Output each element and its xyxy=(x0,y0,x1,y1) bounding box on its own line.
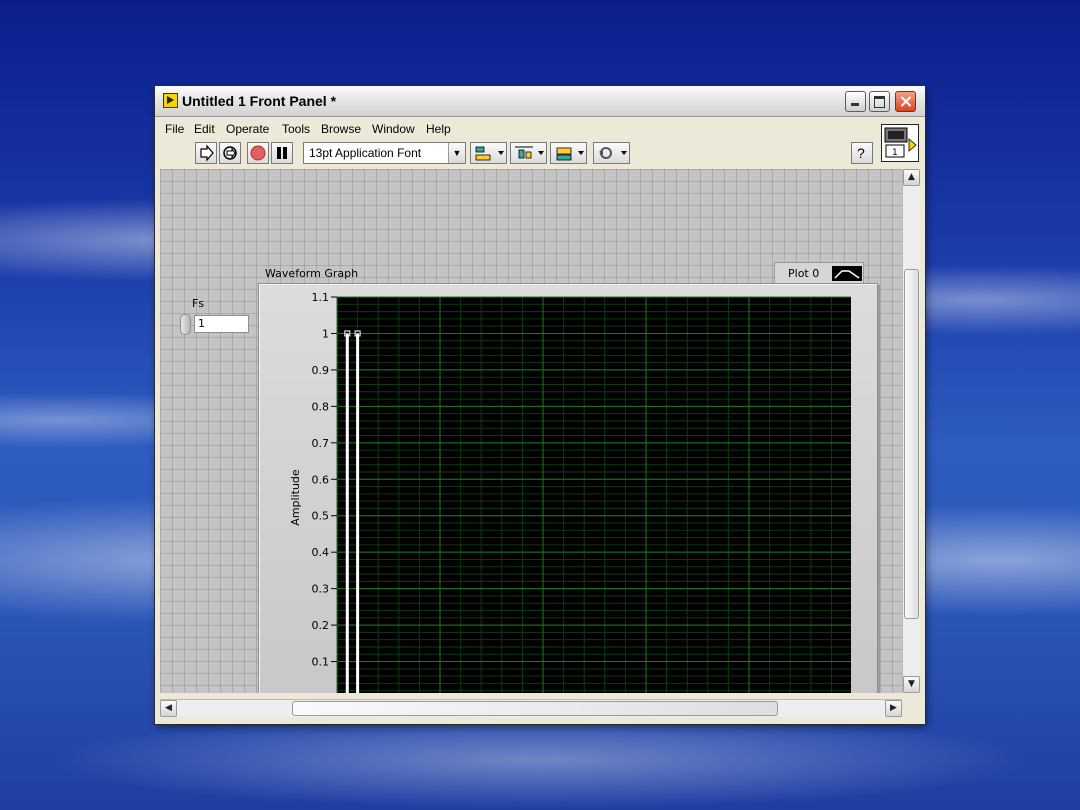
labview-run-icon xyxy=(163,93,178,108)
vi-icon: 1 xyxy=(884,127,917,158)
y-tick-label: 0.6 xyxy=(312,473,330,486)
align-objects-button[interactable] xyxy=(470,142,507,164)
front-panel-window: Untitled 1 Front Panel * File Edit Opera… xyxy=(155,86,925,724)
y-tick-label: 0 xyxy=(322,692,329,693)
y-axis-label: Amplitude xyxy=(289,469,302,526)
y-tick-label: 0.4 xyxy=(312,546,330,559)
distribute-objects-button[interactable] xyxy=(510,142,547,164)
toolbar: 13pt Application Font ▼ ? xyxy=(155,139,875,167)
resize-objects-icon xyxy=(556,147,584,161)
waveform-graph[interactable]: 00.10.20.30.40.50.60.70.80.911.100.10.20… xyxy=(258,283,878,693)
plot-area xyxy=(337,297,851,693)
fs-input[interactable]: 1 xyxy=(194,315,249,333)
scroll-up-arrow-icon[interactable]: ▲ xyxy=(903,169,920,186)
run-continuously-icon xyxy=(223,146,237,160)
chart-svg: 00.10.20.30.40.50.60.70.80.911.100.10.20… xyxy=(289,291,851,693)
plot-line-style-icon xyxy=(832,266,862,281)
menu-help[interactable]: Help xyxy=(426,122,451,136)
abort-button[interactable] xyxy=(247,142,269,164)
menu-edit[interactable]: Edit xyxy=(194,122,215,136)
menu-operate[interactable]: Operate xyxy=(226,122,269,136)
y-tick-label: 0.3 xyxy=(312,583,330,596)
reorder-icon xyxy=(599,147,627,159)
plot-legend[interactable]: Plot 0 xyxy=(774,262,864,284)
y-tick-label: 0.7 xyxy=(312,437,330,450)
scroll-left-arrow-icon[interactable]: ◀ xyxy=(160,700,177,717)
run-arrow-icon xyxy=(200,144,214,162)
menu-browse[interactable]: Browse xyxy=(321,122,361,136)
menu-file[interactable]: File xyxy=(165,122,184,136)
font-select-value: 13pt Application Font xyxy=(309,146,422,160)
resize-objects-button[interactable] xyxy=(550,142,587,164)
fs-increment-decrement[interactable] xyxy=(180,314,191,335)
menu-tools[interactable]: Tools xyxy=(282,122,310,136)
help-question-icon: ? xyxy=(857,145,865,161)
run-button[interactable] xyxy=(195,142,217,164)
pause-icon xyxy=(277,147,287,159)
menu-window[interactable]: Window xyxy=(372,122,415,136)
menu-bar: File Edit Operate Tools Browse Window He… xyxy=(155,117,875,139)
distribute-objects-icon xyxy=(515,146,544,159)
vertical-scrollbar[interactable]: ▲ ▼ xyxy=(902,169,920,693)
maximize-button[interactable] xyxy=(869,91,890,112)
scroll-right-arrow-icon[interactable]: ▶ xyxy=(885,700,902,717)
vi-icon-number: 1 xyxy=(892,148,898,158)
chevron-down-icon[interactable]: ▼ xyxy=(448,143,465,163)
window-title: Untitled 1 Front Panel * xyxy=(182,93,337,109)
y-tick-label: 0.5 xyxy=(312,510,330,523)
align-objects-icon xyxy=(475,146,504,161)
scroll-down-arrow-icon[interactable]: ▼ xyxy=(903,676,920,693)
vertical-scroll-thumb[interactable] xyxy=(904,269,919,619)
fs-numeric-control[interactable]: 1 xyxy=(180,314,252,335)
horizontal-scrollbar[interactable]: ◀ ▶ xyxy=(160,699,902,717)
y-tick-label: 0.1 xyxy=(312,656,330,669)
y-tick-label: 0.9 xyxy=(312,364,330,377)
vi-icon-pane[interactable]: 1 xyxy=(881,124,919,162)
horizontal-scroll-thumb[interactable] xyxy=(292,701,778,716)
close-button[interactable] xyxy=(895,91,916,112)
y-tick-label: 1 xyxy=(322,327,329,340)
font-select[interactable]: 13pt Application Font ▼ xyxy=(303,142,466,164)
run-continuously-button[interactable] xyxy=(219,142,241,164)
y-tick-label: 0.8 xyxy=(312,400,330,413)
fs-control-label: Fs xyxy=(192,297,205,310)
reorder-button[interactable] xyxy=(593,142,630,164)
y-tick-label: 0.2 xyxy=(312,619,330,632)
plot-legend-label: Plot 0 xyxy=(788,267,820,280)
waveform-graph-label: Waveform Graph xyxy=(265,267,359,280)
minimize-button[interactable] xyxy=(845,91,866,112)
title-bar[interactable]: Untitled 1 Front Panel * xyxy=(155,86,925,117)
pause-button[interactable] xyxy=(271,142,293,164)
stop-sign-icon xyxy=(250,145,266,161)
svg-text:?: ? xyxy=(857,145,865,161)
front-panel-canvas[interactable]: Fs 1 Waveform Graph Plot 0 0 0.1 0.2 0.3 0.4… xyxy=(160,169,902,693)
y-tick-label: 1.1 xyxy=(312,291,330,304)
context-help-button[interactable]: ? xyxy=(851,142,873,164)
